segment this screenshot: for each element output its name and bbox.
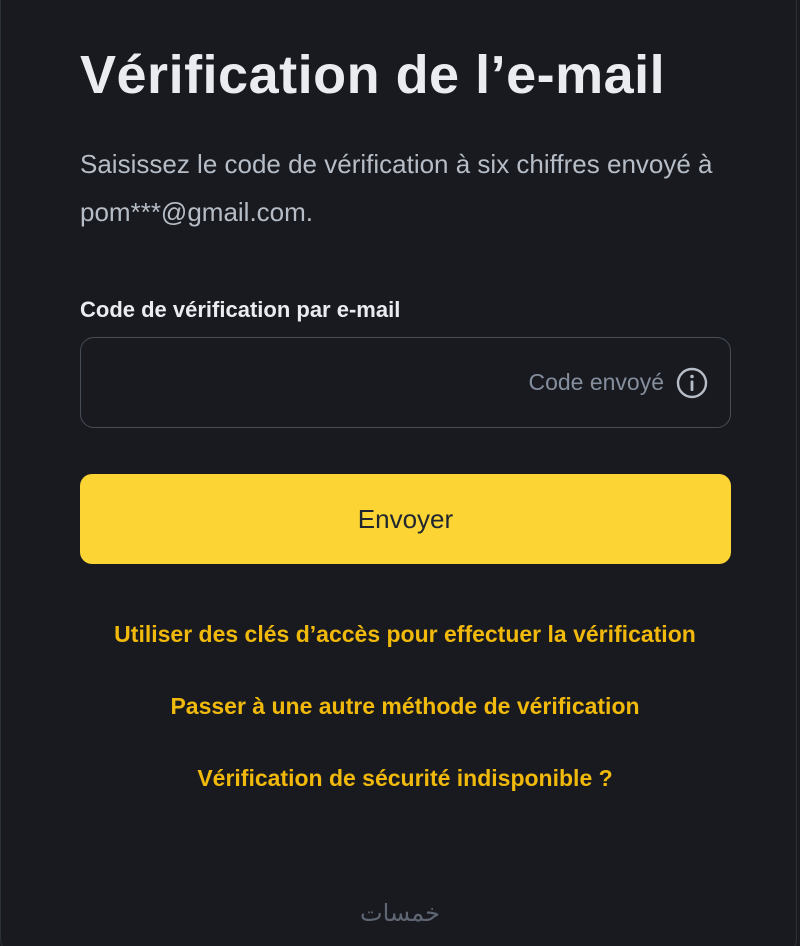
page-subtitle: Saisissez le code de vérification à six … [80,149,713,227]
submit-button[interactable]: Envoyer [80,474,731,564]
code-sent-status: Code envoyé [528,369,664,395]
use-passkeys-link[interactable]: Utiliser des clés d’accès pour effectuer… [0,619,800,649]
page-title: Vérification de l’e-mail [80,45,666,105]
security-unavailable-link[interactable]: Vérification de sécurité indisponible ? [0,763,800,793]
info-icon[interactable] [676,367,708,399]
watermark: خمسات [359,900,441,927]
code-field-label: Code de vérification par e-mail [80,297,401,322]
verification-code-field[interactable]: Code envoyé [80,337,731,428]
switch-method-link[interactable]: Passer à une autre méthode de vérificati… [0,691,800,721]
verification-code-input[interactable] [81,337,529,428]
